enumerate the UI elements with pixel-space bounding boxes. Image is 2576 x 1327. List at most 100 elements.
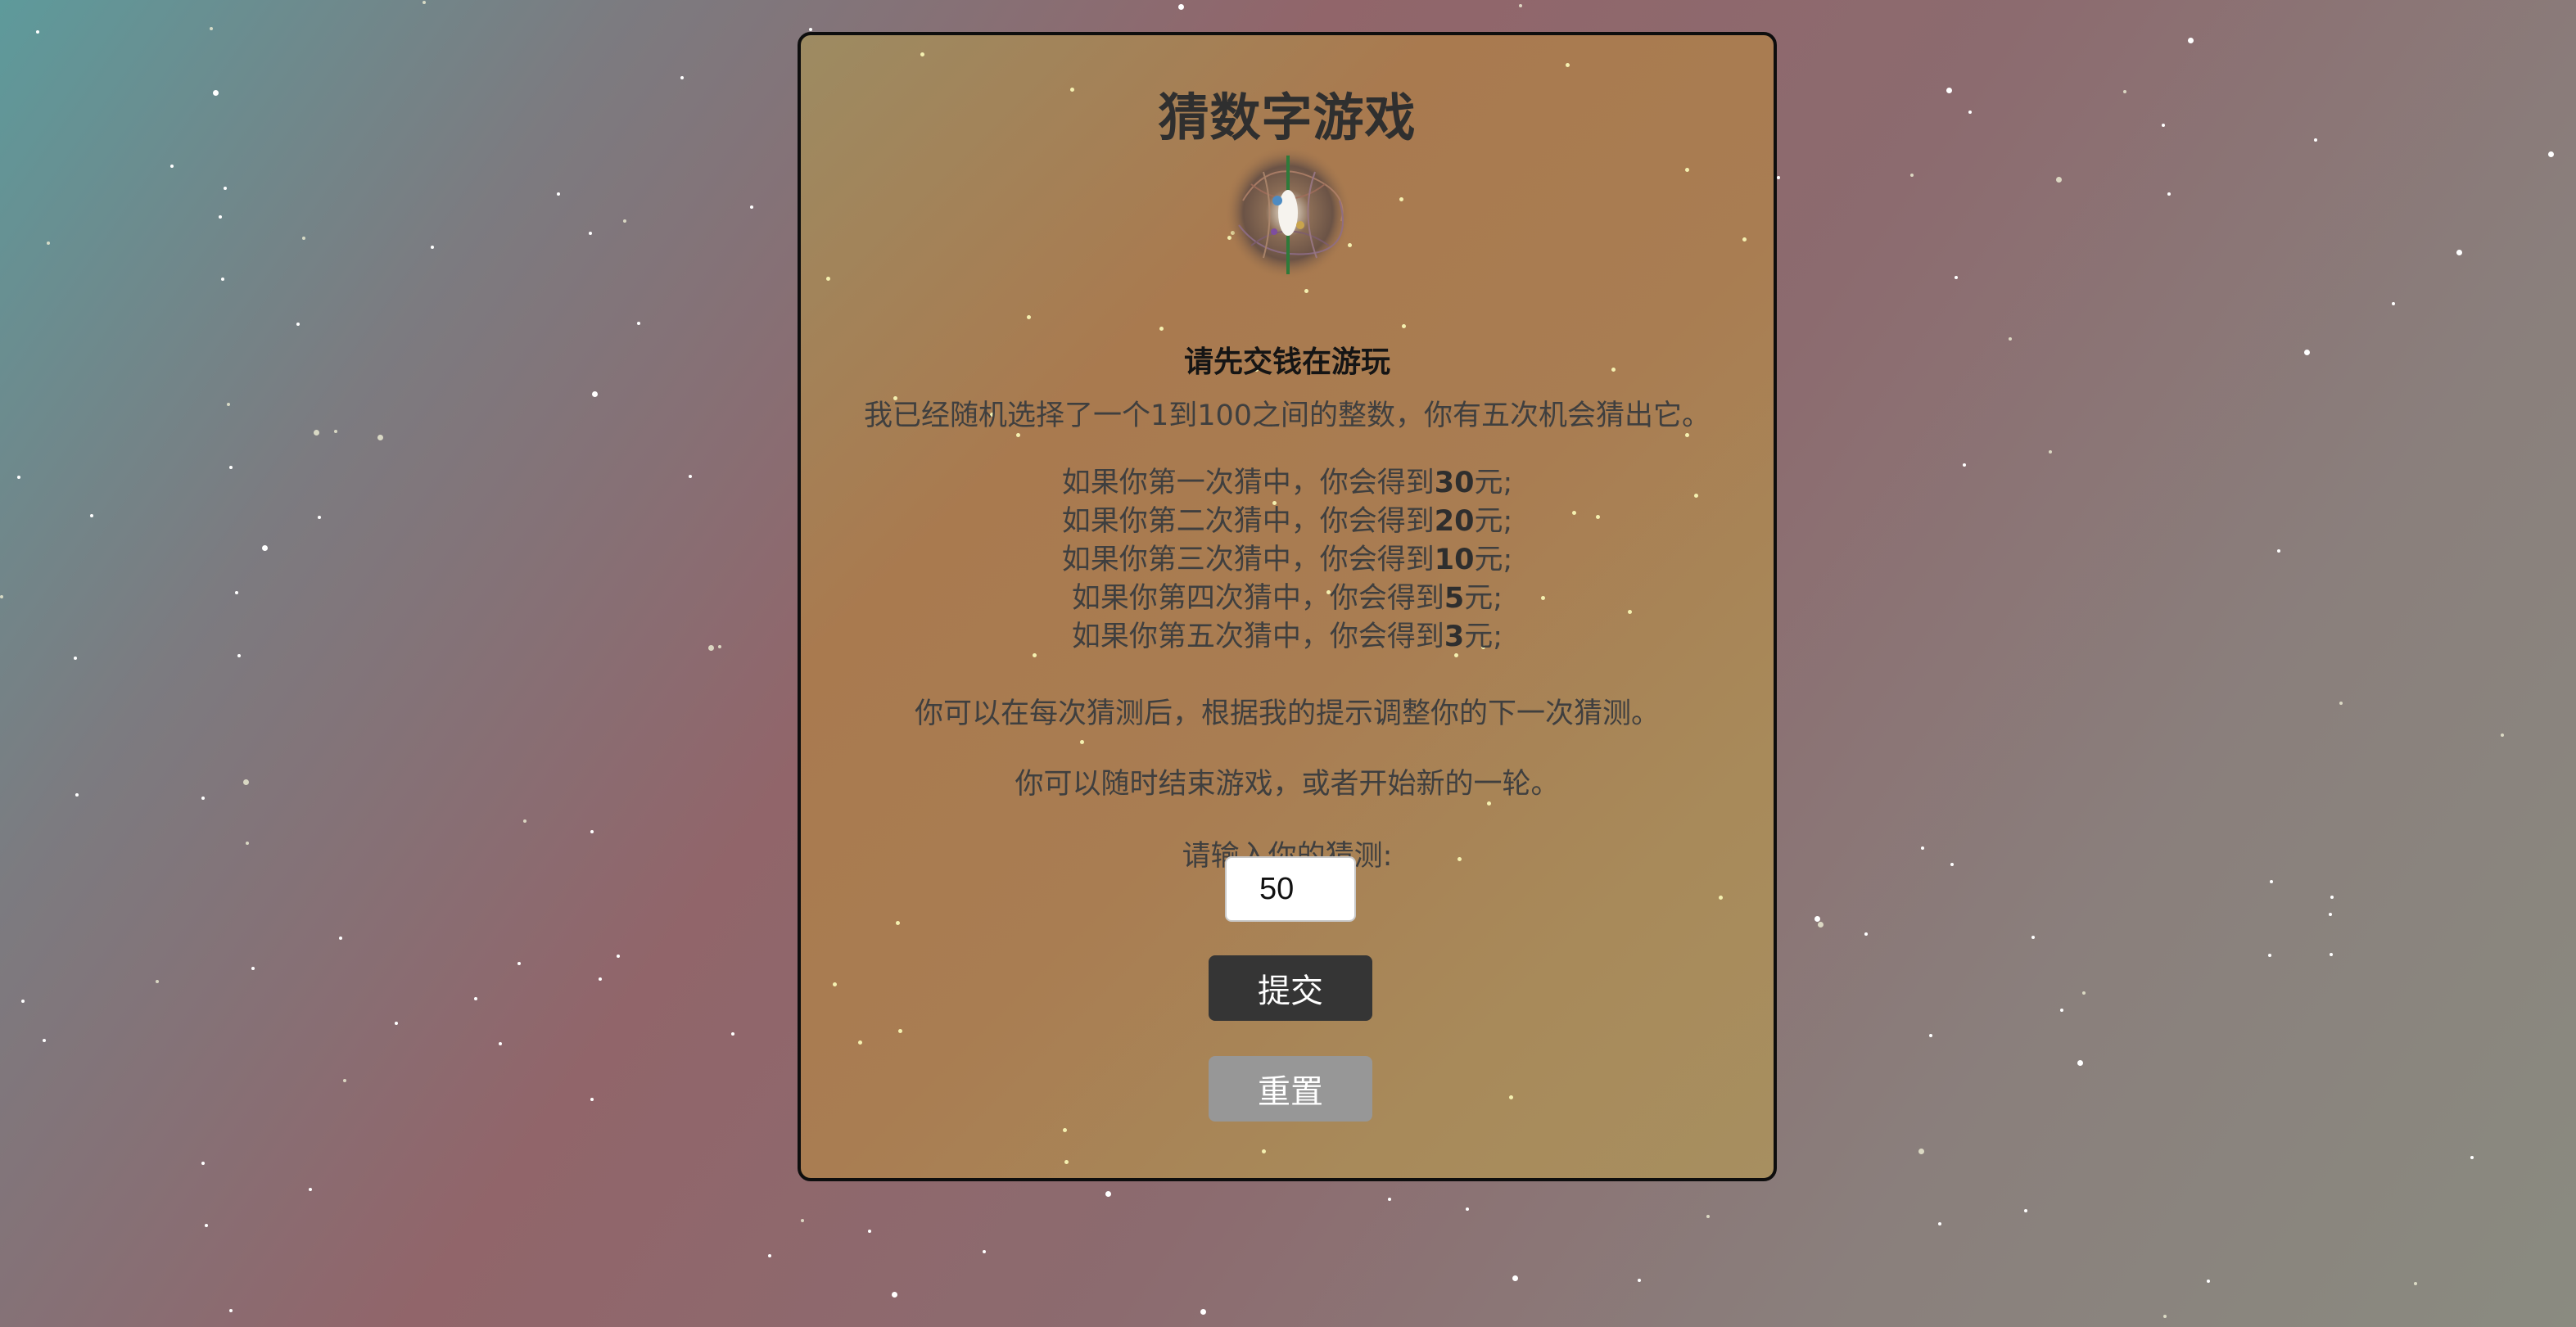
sparkle-dot	[833, 982, 837, 986]
star-dot	[599, 977, 602, 981]
sparkle-dot	[1685, 168, 1689, 172]
star-dot	[2304, 350, 2310, 355]
sparkle-dot	[1064, 1160, 1069, 1164]
star-dot	[1814, 916, 1820, 922]
sparkle-dot	[1262, 1149, 1266, 1153]
game-card: 猜数字游戏 请先交钱在游玩 我已经随机选择了一个1到100之间的整数，你有五次机…	[798, 32, 1777, 1181]
star-dot	[377, 435, 383, 440]
star-dot	[590, 830, 594, 833]
star-dot	[2470, 1156, 2474, 1159]
star-dot	[2009, 337, 2012, 341]
star-dot	[2207, 1280, 2210, 1283]
star-dot	[2082, 991, 2086, 995]
star-dot	[523, 819, 526, 823]
star-dot	[170, 165, 174, 168]
star-dot	[343, 1079, 346, 1082]
sparkle-dot	[1304, 289, 1308, 293]
star-dot	[213, 90, 219, 96]
star-dot	[557, 192, 560, 196]
star-dot	[36, 30, 39, 34]
star-dot	[983, 1250, 986, 1253]
star-dot	[2270, 880, 2273, 883]
sparkle-dot	[1159, 327, 1164, 331]
game-intro: 我已经随机选择了一个1到100之间的整数，你有五次机会猜出它。	[863, 399, 1711, 432]
sparkle-dot	[898, 1029, 902, 1033]
star-dot	[47, 241, 50, 245]
sparkle-dot	[1080, 740, 1084, 744]
star-dot	[243, 779, 249, 785]
star-dot	[2456, 250, 2462, 255]
star-dot	[339, 937, 342, 940]
star-dot	[809, 28, 812, 31]
star-dot	[334, 430, 337, 433]
star-dot	[431, 246, 434, 249]
star-dot	[1864, 932, 1868, 936]
star-dot	[718, 645, 721, 648]
star-dot	[1512, 1275, 1518, 1281]
star-dot	[90, 514, 93, 517]
reward-line-3: 如果你第三次猜中，你会得到10元;	[1061, 544, 1513, 576]
tip-end-game: 你可以随时结束游戏，或者开始新的一轮。	[1015, 768, 1560, 801]
star-dot	[74, 657, 77, 660]
star-dot	[617, 955, 620, 958]
star-dot	[43, 1039, 46, 1042]
star-dot	[1818, 922, 1824, 928]
star-dot	[227, 403, 230, 406]
star-dot	[0, 595, 3, 598]
star-dot	[2392, 302, 2395, 305]
star-dot	[235, 591, 238, 594]
star-dot	[637, 322, 640, 325]
star-dot	[246, 842, 249, 845]
star-dot	[423, 1, 426, 4]
star-dot	[229, 1309, 233, 1312]
star-dot	[156, 980, 159, 983]
star-dot	[892, 1292, 897, 1298]
star-dot	[517, 962, 521, 965]
star-dot	[229, 466, 233, 469]
star-dot	[302, 237, 305, 240]
star-dot	[590, 1098, 594, 1101]
star-dot	[2314, 138, 2317, 142]
star-dot	[680, 76, 684, 79]
star-dot	[2162, 124, 2165, 127]
submit-button[interactable]: 提交	[1209, 955, 1372, 1021]
reward-line-4: 如果你第四次猜中，你会得到5元;	[1071, 582, 1503, 615]
star-dot	[221, 278, 224, 281]
sparkle-dot	[920, 52, 924, 56]
star-dot	[2268, 954, 2271, 957]
star-dot	[2414, 1282, 2417, 1285]
sparkle-dot	[1063, 1128, 1067, 1132]
star-dot	[75, 793, 79, 797]
sparkle-dot	[1719, 896, 1723, 900]
star-dot	[296, 323, 300, 326]
star-dot	[1910, 174, 1914, 177]
guess-input[interactable]	[1225, 856, 1356, 922]
star-dot	[1388, 1198, 1391, 1201]
star-dot	[309, 1188, 312, 1191]
star-dot	[224, 187, 227, 190]
reset-button[interactable]: 重置	[1209, 1056, 1372, 1122]
star-dot	[2548, 151, 2554, 157]
sparkle-dot	[858, 1040, 862, 1045]
star-dot	[1955, 276, 1958, 279]
star-dot	[1918, 1149, 1924, 1154]
star-dot	[395, 1022, 398, 1025]
star-dot	[1968, 111, 1972, 114]
star-dot	[2501, 733, 2504, 737]
galaxy-emblem-icon	[1224, 146, 1352, 280]
star-dot	[868, 1230, 871, 1233]
reward-list: 如果你第一次猜中，你会得到30元; 如果你第二次猜中，你会得到20元; 如果你第…	[801, 464, 1774, 657]
star-dot	[2056, 177, 2062, 183]
star-dot	[237, 654, 241, 657]
sparkle-dot	[1402, 324, 1406, 328]
star-dot	[1938, 1222, 1941, 1225]
star-dot	[21, 1000, 25, 1003]
star-dot	[1200, 1309, 1206, 1315]
star-dot	[750, 205, 753, 209]
star-dot	[2330, 953, 2333, 956]
payment-notice: 请先交钱在游玩	[1183, 345, 1390, 379]
star-dot	[1946, 88, 1952, 93]
sparkle-dot	[1566, 63, 1570, 67]
star-dot	[2024, 1209, 2027, 1212]
star-dot	[205, 1224, 208, 1227]
